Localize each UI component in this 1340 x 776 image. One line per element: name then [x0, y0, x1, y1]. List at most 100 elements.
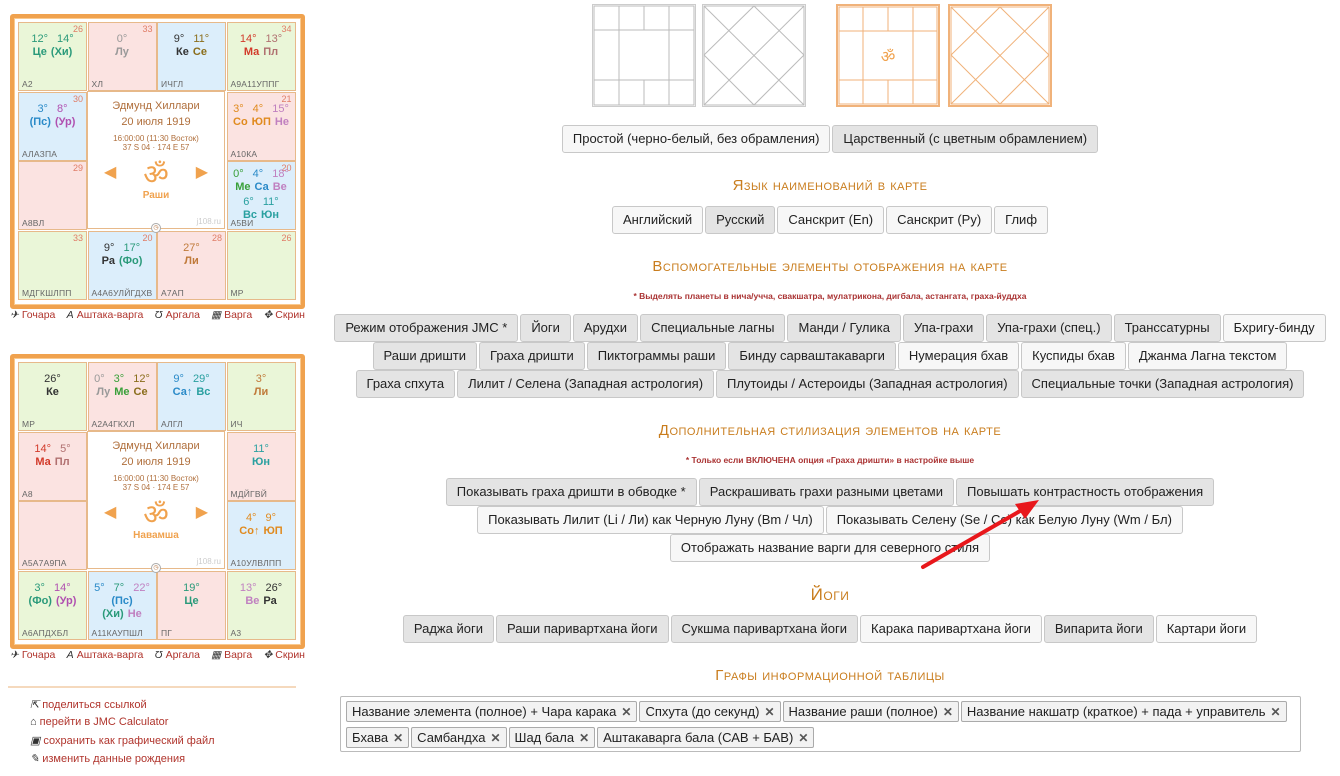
edit-birth-data-link[interactable]: ✎ изменить данные рождения: [30, 752, 185, 765]
house-cell[interactable]: 21 3° 4° 15° Со ЮП Не А10КА: [226, 91, 296, 161]
planet-label[interactable]: (Фо): [119, 255, 142, 267]
column-tag[interactable]: Название элемента (полное) + Чара карака…: [346, 701, 638, 722]
planet-label[interactable]: Ве: [245, 595, 259, 607]
yoga-buttons-button[interactable]: Раджа йоги: [402, 615, 494, 643]
house-cell[interactable]: 20 0° 4° 18° Ме Са Ве 6° 11° Вс Юн А5ВИ: [226, 161, 296, 230]
aux-row1-button[interactable]: Упа-грахи (спец.): [986, 314, 1112, 342]
gochara-link[interactable]: ✈ Гочара: [10, 649, 55, 661]
screenshot-link[interactable]: ✥ Скрин: [263, 309, 305, 321]
prev-varga-arrow-icon[interactable]: ◀: [104, 162, 116, 182]
planet-label[interactable]: (Пс): [111, 595, 132, 607]
aux-row3-button[interactable]: Лилит / Селена (Западная астрология): [457, 370, 715, 398]
house-cell[interactable]: 20 9° 17° Ра (Фо) А4А6УЛЙГДХВ: [87, 230, 157, 300]
style-buttons-button[interactable]: Царственный (с цветным обрамлением): [832, 125, 1099, 153]
yoga-buttons-button[interactable]: Випарита йоги: [1043, 615, 1154, 643]
yoga-buttons-button[interactable]: Сукшма паривартхана йоги: [670, 615, 859, 643]
style-thumb-simple-north[interactable]: [702, 4, 806, 107]
style-thumb-simple-south[interactable]: [592, 4, 696, 107]
planet-label[interactable]: Ве: [273, 181, 287, 193]
planet-label[interactable]: Це: [33, 46, 47, 58]
house-cell[interactable]: 13° 26° Ве Ра А3: [226, 570, 296, 640]
jmc-link[interactable]: ⌂ перейти в JMC Calculator: [30, 716, 168, 728]
aux-row1-button[interactable]: Специальные лагны: [640, 314, 786, 342]
planet-label[interactable]: Юн: [261, 209, 279, 221]
planet-label[interactable]: Се: [193, 46, 207, 58]
style-row1-button[interactable]: Показывать граха дришти в обводке *: [445, 478, 697, 506]
aux-row2-button[interactable]: Граха дришти: [479, 342, 585, 370]
house-cell[interactable]: 26 12° 14° Це (Хи) А2: [18, 22, 87, 91]
remove-tag-icon[interactable]: ✕: [1271, 705, 1281, 719]
planet-label[interactable]: Со↑: [239, 525, 259, 537]
planet-label[interactable]: Лу: [115, 46, 129, 58]
house-cell[interactable]: 11° Юн МДЙГВЙ: [226, 431, 296, 501]
house-cell[interactable]: 14° 5° Ма Пл А8: [18, 431, 87, 501]
planet-label[interactable]: (Фо): [29, 595, 52, 607]
aux-row1-button[interactable]: Упа-грахи: [902, 314, 985, 342]
remove-tag-icon[interactable]: ✕: [798, 731, 808, 745]
lang-buttons-button[interactable]: Русский: [705, 206, 776, 234]
house-cell[interactable]: 33 МДГКШЛПП: [18, 230, 87, 300]
planet-label[interactable]: Ли: [184, 255, 198, 267]
planet-label[interactable]: Лу: [96, 386, 110, 398]
planet-label[interactable]: Юн: [252, 456, 270, 468]
planet-label[interactable]: Се: [134, 386, 148, 398]
planet-label[interactable]: Не: [275, 116, 289, 128]
planet-label[interactable]: (Пс): [30, 116, 51, 128]
house-cell[interactable]: 5° 7° 22° (Пс)(Хи) Не А11КАУПШЛ: [87, 570, 157, 640]
remove-tag-icon[interactable]: ✕: [393, 731, 403, 745]
aux-row2-button[interactable]: Джанма Лагна текстом: [1127, 342, 1288, 370]
planet-label[interactable]: Ма: [244, 46, 259, 58]
navamsha-chart[interactable]: 26° Ке МР 0° 3° 12° Лу Ме Се А2А4ГКХЛ 9° 29° С…: [10, 354, 305, 649]
aux-row1-button[interactable]: Манди / Гулика: [787, 314, 901, 342]
planet-label[interactable]: Не: [128, 608, 142, 620]
planet-label[interactable]: (Ур): [56, 595, 76, 607]
lang-buttons-button[interactable]: Санскрит (En): [777, 206, 885, 234]
planet-label[interactable]: Са: [255, 181, 269, 193]
planet-label[interactable]: Ра: [102, 255, 115, 267]
aux-row3-button[interactable]: Специальные точки (Западная астрология): [1020, 370, 1305, 398]
planet-label[interactable]: Ме: [235, 181, 250, 193]
lang-buttons-button[interactable]: Глиф: [994, 206, 1049, 234]
rashi-chart[interactable]: 26 12° 14° Це (Хи) А2 33 0° Лу ХЛ 9° 11° Ке Се ИЧ…: [10, 14, 305, 309]
planet-label[interactable]: Пл: [55, 456, 70, 468]
planet-label[interactable]: Ке: [46, 386, 59, 398]
house-cell[interactable]: 26° Ке МР: [18, 362, 87, 431]
style-thumb-royal-south[interactable]: ॐ: [836, 4, 940, 107]
aux-row1-button[interactable]: Йоги: [520, 314, 571, 342]
gochara-link[interactable]: ✈ Гочара: [10, 309, 55, 321]
house-cell[interactable]: 19° Це ПГ: [157, 570, 226, 640]
varga-link[interactable]: ▦ Варга: [211, 309, 252, 321]
style-row2-button[interactable]: Показывать Лилит (Li / Ли) как Черную Лу…: [477, 506, 824, 534]
planet-label[interactable]: Со: [233, 116, 248, 128]
house-cell[interactable]: 9° 11° Ке Се ИЧГЛ: [157, 22, 226, 91]
planet-label[interactable]: ЮП: [263, 525, 282, 537]
planet-label[interactable]: Вс: [196, 386, 210, 398]
remove-tag-icon[interactable]: ✕: [621, 705, 631, 719]
aux-row2-button[interactable]: Бинду сарваштакаварги: [728, 342, 896, 370]
yoga-buttons-button[interactable]: Раши паривартхана йоги: [495, 615, 669, 643]
house-cell[interactable]: 3° Ли ИЧ: [226, 362, 296, 431]
planet-label[interactable]: (Ур): [55, 116, 75, 128]
planet-label[interactable]: (Хи): [51, 46, 72, 58]
lang-buttons-button[interactable]: Санскрит (Ру): [886, 206, 993, 234]
ashtakavarga-link[interactable]: A Аштака-варга: [67, 649, 144, 661]
remove-tag-icon[interactable]: ✕: [764, 705, 774, 719]
remove-tag-icon[interactable]: ✕: [579, 731, 589, 745]
planet-label[interactable]: (Хи): [102, 608, 123, 620]
planet-label[interactable]: Ра: [263, 595, 276, 607]
clock-icon[interactable]: ◷: [151, 563, 161, 573]
style-thumb-royal-north[interactable]: [948, 4, 1052, 107]
aux-row2-button[interactable]: Пиктограммы раши: [586, 342, 727, 370]
next-varga-arrow-icon[interactable]: ▶: [196, 502, 208, 522]
argala-link[interactable]: Ʊ Аргала: [155, 649, 200, 661]
aux-row3-button[interactable]: Плутоиды / Астероиды (Западная астрологи…: [716, 370, 1019, 398]
remove-tag-icon[interactable]: ✕: [943, 705, 953, 719]
yoga-buttons-button[interactable]: Карака паривартхана йоги: [860, 615, 1042, 643]
planet-label[interactable]: Ма: [35, 456, 50, 468]
house-cell[interactable]: 9° 29° Са↑ Вс АЛГЛ: [157, 362, 226, 431]
aux-row2-button[interactable]: Нумерация бхав: [897, 342, 1020, 370]
planet-label[interactable]: Са↑: [173, 386, 193, 398]
columns-multiselect[interactable]: Название элемента (полное) + Чара карака…: [340, 696, 1301, 752]
column-tag[interactable]: Спхута (до секунд) ✕: [639, 701, 781, 722]
planet-label[interactable]: Це: [184, 595, 198, 607]
